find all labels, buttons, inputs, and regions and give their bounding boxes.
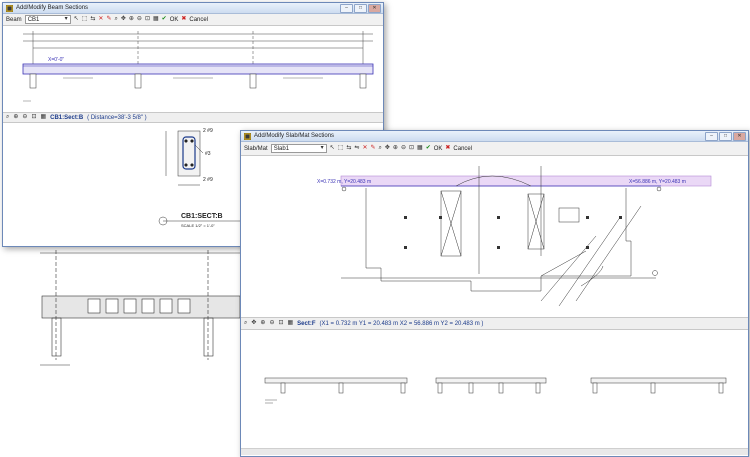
beam-select-value: CB1 [27, 16, 40, 23]
beam-x-label: X=0'-0" [48, 57, 65, 63]
cancel-icon: ✖ [445, 145, 451, 151]
minimize-icon[interactable]: ‒ [705, 131, 718, 141]
check-icon: ✔ [425, 145, 431, 151]
slab-sections-window: Add/Modify Slab/Mat Sections ‒ □ ✕ Slab/… [240, 130, 749, 457]
beam-select[interactable]: CB1 ▾ [24, 15, 71, 24]
beam-section-title: CB1:SECT:B [181, 213, 223, 220]
zoom-out-icon[interactable]: ⊖ [137, 16, 142, 23]
zoom-in-icon[interactable]: ⊕ [260, 320, 265, 327]
check-icon: ✔ [161, 16, 167, 22]
slab-cancel-button[interactable]: Cancel [453, 146, 472, 152]
zoom-fit-icon[interactable]: ⊡ [31, 114, 36, 121]
maximize-icon[interactable]: □ [354, 3, 367, 13]
slab-section-name: Sect:F [297, 320, 316, 327]
minimize-icon[interactable]: ‒ [340, 3, 353, 13]
beam-plan-pane[interactable]: X=0'-0" [3, 26, 383, 112]
zoom-icon[interactable]: ⌕ [379, 145, 382, 152]
slab-toolbar: Slab/Mat Slab1 ▾ ↖ ⬚ ⇆ ⇋ ✕ ✎ ⌕ ✥ ⊕ ⊖ ⊡ ▦… [241, 142, 748, 156]
pan-icon[interactable]: ✥ [251, 320, 256, 327]
pointer-icon[interactable]: ↖ [74, 16, 79, 23]
add-section-icon[interactable]: ⇋ [354, 145, 359, 152]
slab-ok-button[interactable]: OK [434, 146, 443, 152]
beam-ok-button[interactable]: OK [170, 17, 179, 23]
window-app-icon [244, 132, 251, 140]
chevron-down-icon: ▾ [64, 16, 68, 22]
slab-window-title: Add/Modify Slab/Mat Sections [254, 133, 335, 139]
beam-window-titlebar: Add/Modify Beam Sections ‒ □ ✕ [3, 3, 383, 14]
properties-icon[interactable]: ▦ [40, 114, 46, 121]
slab-section-status-bar: ⌕ ✥ ⊕ ⊖ ⊡ ▦ Sect:F (X1 = 0.732 m Y1 = 20… [241, 317, 748, 330]
close-icon[interactable]: ✕ [733, 131, 746, 141]
zoom-fit-icon[interactable]: ⊡ [409, 145, 414, 152]
select-box-icon[interactable]: ⬚ [82, 16, 88, 23]
properties-icon[interactable]: ▦ [153, 16, 159, 23]
zoom-icon[interactable]: ⌕ [114, 16, 117, 23]
beam-section-name: CB1:Sect:B [50, 114, 84, 121]
rebar-mid-label: #3 [205, 151, 211, 157]
zoom-fit-icon[interactable]: ⊡ [145, 16, 150, 23]
pencil-icon[interactable]: ✎ [370, 145, 375, 152]
zoom-fit-icon[interactable]: ⊡ [278, 320, 283, 327]
beam-section-status-bar: ⌕ ⊕ ⊖ ⊡ ▦ CB1:Sect:B ( Distance=38'-3 5/… [3, 112, 383, 123]
slab-window-titlebar: Add/Modify Slab/Mat Sections ‒ □ ✕ [241, 131, 748, 142]
beam-plan-drawing [22, 31, 374, 102]
slab-right-point-label: X=56.886 m, Y=20.483 m [629, 179, 686, 185]
pointer-icon[interactable]: ↖ [330, 145, 335, 152]
chevron-down-icon: ▾ [320, 145, 324, 151]
slab-select-value: Slab1 [273, 145, 290, 152]
pan-icon[interactable]: ✥ [121, 16, 126, 23]
properties-icon[interactable]: ▦ [417, 145, 423, 152]
slab-field-label: Slab/Mat [244, 145, 268, 152]
cancel-icon: ✖ [181, 16, 187, 22]
delete-icon[interactable]: ✕ [98, 16, 103, 23]
rebar-bottom-label: 2 #9 [203, 177, 213, 183]
slab-left-point-label: X=0.732 m, Y=20.483 m [317, 179, 372, 185]
properties-icon[interactable]: ▦ [288, 320, 294, 327]
zoom-in-icon[interactable]: ⊕ [13, 114, 18, 121]
zoom-icon[interactable]: ⌕ [244, 320, 247, 327]
pencil-icon[interactable]: ✎ [106, 16, 111, 23]
add-section-icon[interactable]: ⇆ [90, 16, 95, 23]
window-app-icon [6, 4, 13, 12]
pan-icon[interactable]: ✥ [385, 145, 390, 152]
delete-icon[interactable]: ✕ [362, 145, 367, 152]
zoom-in-icon[interactable]: ⊕ [129, 16, 134, 23]
beam-field-label: Beam [6, 16, 22, 23]
zoom-out-icon[interactable]: ⊖ [22, 114, 27, 121]
beam-window-title: Add/Modify Beam Sections [16, 5, 89, 11]
slab-section-drawing [264, 377, 727, 404]
slab-section-info: (X1 = 0.732 m Y1 = 20.483 m X2 = 56.886 … [319, 320, 484, 327]
zoom-in-icon[interactable]: ⊕ [393, 145, 398, 152]
zoom-out-icon[interactable]: ⊖ [401, 145, 406, 152]
maximize-icon[interactable]: □ [719, 131, 732, 141]
zoom-icon[interactable]: ⌕ [6, 114, 9, 121]
beam-section-scale: SCALE 1/2" = 1'-0" [181, 223, 215, 228]
beam-cancel-button[interactable]: Cancel [189, 17, 208, 23]
slab-section-pane[interactable] [241, 330, 748, 448]
slab-plan-pane[interactable]: X=0.732 m, Y=20.483 m X=56.886 m, Y=20.4… [241, 156, 748, 316]
select-box-icon[interactable]: ⬚ [338, 145, 344, 152]
beam-section-info: ( Distance=38'-3 5/8" ) [87, 114, 147, 121]
slab-select[interactable]: Slab1 ▾ [270, 144, 327, 153]
slab-horizontal-scrollbar[interactable] [241, 448, 748, 455]
zoom-out-icon[interactable]: ⊖ [269, 320, 274, 327]
rebar-top-label: 2 #9 [203, 128, 213, 134]
add-section-icon[interactable]: ⇆ [346, 145, 351, 152]
close-icon[interactable]: ✕ [368, 3, 381, 13]
beam-toolbar: Beam CB1 ▾ ↖ ⬚ ⇆ ✕ ✎ ⌕ ✥ ⊕ ⊖ ⊡ ▦ ✔ OK ✖ … [3, 14, 383, 26]
